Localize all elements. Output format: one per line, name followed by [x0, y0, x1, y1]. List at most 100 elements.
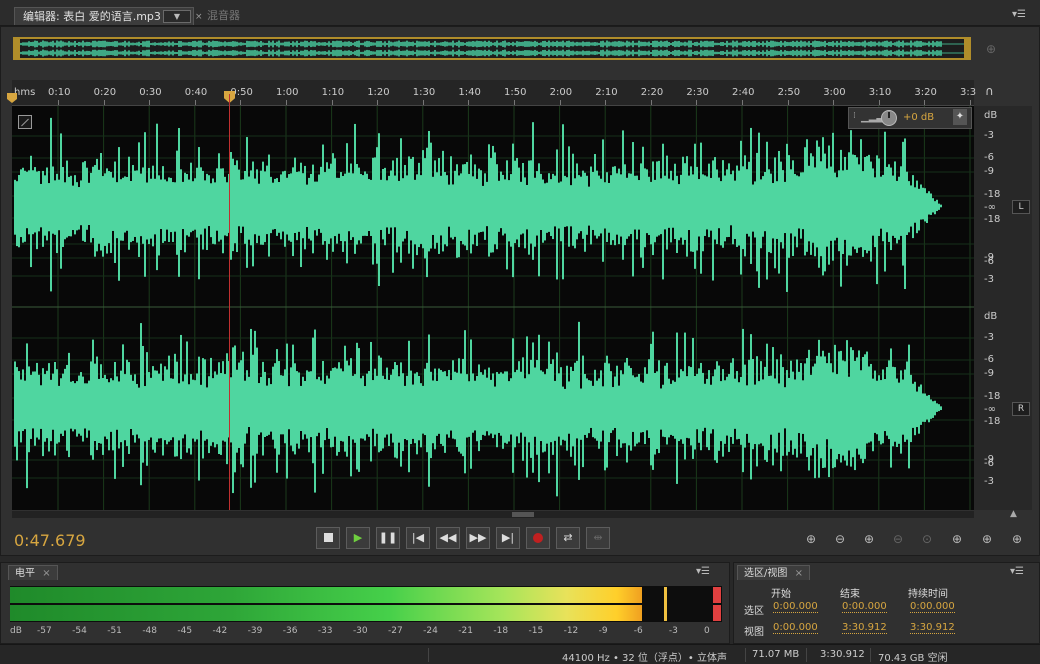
overview-sample	[806, 51, 808, 55]
waveform-sample	[578, 321, 580, 480]
overview-sample	[374, 51, 376, 55]
waveform-sample	[166, 181, 168, 230]
overview-sample	[378, 50, 380, 56]
channel-right-label[interactable]: R	[1012, 402, 1030, 416]
overview-sample	[554, 41, 556, 47]
selection-start-value[interactable]: 0:00.000	[773, 601, 818, 613]
clip-indicator-left[interactable]	[713, 587, 721, 603]
waveform-sample	[630, 173, 632, 235]
waveform-sample	[42, 368, 44, 457]
selection-end-value[interactable]: 0:00.000	[842, 601, 887, 613]
tab-editor[interactable]: 编辑器: 表白 爱的语言.mp3 ▼ ×	[14, 7, 203, 25]
overview-sample	[50, 41, 52, 47]
tab-mixer[interactable]: 混音器	[200, 7, 250, 25]
zoom-in-amplitude-icon[interactable]: ⊕	[800, 531, 822, 547]
waveform-sample	[872, 378, 874, 452]
overview-sample	[412, 41, 414, 47]
waveform-sample	[366, 173, 368, 236]
tab-selection-view-label: 选区/视图	[744, 568, 788, 579]
waveform-sample	[356, 164, 358, 245]
channel-left-label[interactable]: L	[1012, 200, 1030, 214]
overview-sample	[104, 40, 106, 48]
waveform-sample	[646, 373, 648, 431]
overview-sample	[404, 50, 406, 56]
zoom-out-amplitude-icon[interactable]: ⊖	[829, 531, 851, 547]
pause-icon: ❚❚	[378, 531, 398, 544]
panel-menu-icon[interactable]: ▾☰	[1012, 9, 1026, 20]
waveform-display[interactable]	[12, 106, 974, 510]
overview-sample	[74, 49, 76, 57]
view-duration-value[interactable]: 3:30.912	[910, 622, 955, 634]
overview-right-handle[interactable]	[964, 39, 969, 58]
zoom-out-full-icon[interactable]: ⊙	[916, 531, 938, 547]
zoom-selection-icon[interactable]: ⊕	[976, 531, 998, 547]
overview-sample	[196, 50, 198, 56]
scroll-up-icon[interactable]: ▲	[1010, 509, 1017, 519]
pause-button[interactable]: ❚❚	[376, 527, 400, 549]
headphones-icon[interactable]: ∩	[985, 84, 994, 98]
zoom-in-time-icon[interactable]: ⊕	[858, 531, 880, 547]
go-to-start-button[interactable]: |◀	[406, 527, 430, 549]
waveform-sample	[230, 377, 232, 443]
waveform-sample	[570, 366, 572, 457]
overview-sample	[94, 49, 96, 57]
waveform-sample	[904, 138, 906, 290]
overview-sample	[462, 51, 464, 55]
waveform-sample	[886, 367, 888, 436]
waveform-sample	[774, 378, 776, 449]
waveform-sample	[740, 376, 742, 445]
waveform-sample	[54, 361, 56, 456]
tab-selection-view-close-icon[interactable]: ×	[795, 568, 803, 579]
tab-levels-close-icon[interactable]: ×	[42, 568, 50, 579]
tab-selection-view[interactable]: 选区/视图 ×	[737, 565, 810, 580]
selview-menu-icon[interactable]: ▾☰	[1010, 566, 1024, 577]
gain-value[interactable]: +0 dB	[903, 112, 934, 123]
waveform-sample	[366, 373, 368, 435]
tab-dropdown-icon[interactable]: ▼	[163, 10, 191, 23]
overview-sample	[334, 41, 336, 47]
zoom-fit-icon[interactable]: ⊕	[1006, 531, 1028, 547]
loop-button[interactable]: ⇄	[556, 527, 580, 549]
overview-sample	[454, 51, 456, 55]
overview-sample	[708, 41, 710, 47]
tab-levels[interactable]: 电平 ×	[8, 565, 58, 580]
overview-sample	[254, 49, 256, 57]
zoom-out-time-icon[interactable]: ⊖	[887, 531, 909, 547]
view-start-value[interactable]: 0:00.000	[773, 622, 818, 634]
skip-button[interactable]: ⇹	[586, 527, 610, 549]
zoom-in-point-icon[interactable]: ⊕	[946, 531, 968, 547]
waveform-sample	[402, 373, 404, 452]
gain-hud[interactable]: ⁞ ▁▂▃ +0 dB ✦	[848, 107, 972, 129]
overview-sample	[954, 43, 956, 45]
overview-sample	[102, 40, 104, 48]
overview-sample	[184, 51, 186, 55]
waveform-sample	[546, 368, 548, 444]
horizontal-scrollbar[interactable]	[12, 511, 974, 518]
overview-sample	[680, 51, 682, 55]
levels-menu-icon[interactable]: ▾☰	[696, 566, 710, 577]
meter-scale-tick: -18	[493, 626, 509, 636]
stop-button[interactable]	[316, 527, 340, 549]
rewind-button[interactable]: ◀◀	[436, 527, 460, 549]
waveform-sample	[904, 369, 906, 442]
overview-sample	[452, 40, 454, 48]
gain-knob[interactable]	[881, 110, 897, 126]
clip-indicator-right[interactable]	[713, 605, 721, 621]
pin-icon[interactable]: ✦	[953, 109, 967, 125]
zoom-lock-icon[interactable]: ⊕	[986, 42, 996, 56]
view-end-value[interactable]: 3:30.912	[842, 622, 887, 634]
record-button[interactable]	[526, 527, 550, 549]
play-button[interactable]: ▶	[346, 527, 370, 549]
overview-sample	[372, 42, 374, 46]
scrollbar-thumb[interactable]	[512, 512, 534, 517]
overview-sample	[232, 50, 234, 56]
overview-navigator[interactable]	[13, 37, 971, 60]
current-time-display[interactable]: 0:47.679	[14, 531, 86, 550]
go-to-end-button[interactable]: ▶|	[496, 527, 520, 549]
overview-sample	[888, 50, 890, 56]
time-ruler[interactable]: hms 0:10 0:20 0:30 0:40 0:50 1:00 1:10 1:20 1:30…	[12, 80, 976, 106]
waveform-sample	[100, 364, 102, 444]
fast-forward-button[interactable]: ▶▶	[466, 527, 490, 549]
selection-duration-value[interactable]: 0:00.000	[910, 601, 955, 613]
hud-toggle-icon[interactable]	[18, 115, 32, 129]
